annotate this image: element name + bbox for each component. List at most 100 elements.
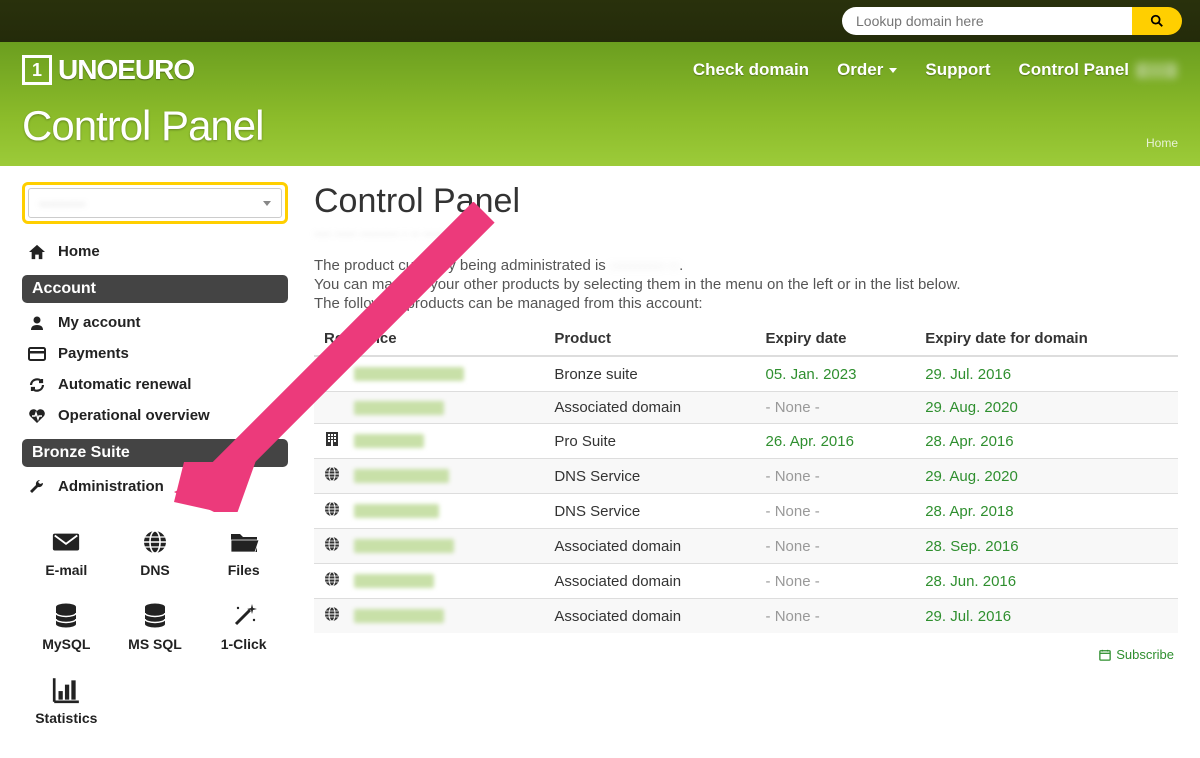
nav-check-domain[interactable]: Check domain (693, 60, 809, 80)
chevron-down-icon (889, 68, 897, 73)
sidebar-item-auto-renewal[interactable]: Automatic renewal (22, 369, 288, 400)
reference-redacted (354, 367, 464, 381)
wrench-icon (28, 479, 46, 495)
reference-redacted (354, 574, 434, 588)
tool-grid: E-mail DNS Files MySQL MS SQL 1-Click (22, 520, 288, 734)
breadcrumb[interactable]: Home (1146, 136, 1178, 150)
home-icon (324, 364, 340, 384)
intro-line-3: The following products can be managed fr… (314, 295, 1178, 312)
globe-icon (324, 606, 340, 626)
nav-order-label: Order (837, 60, 883, 80)
tool-label: MS SQL (128, 636, 182, 652)
cell-product: Pro Suite (544, 424, 755, 459)
cell-expiry: - None - (756, 459, 916, 494)
sidebar-item-administration[interactable]: Administration (22, 471, 288, 502)
header: 1 UNOEURO Check domain Order Support Con… (0, 42, 1200, 166)
top-nav: Check domain Order Support Control Panel… (693, 60, 1178, 80)
nav-user-redacted: (·····) (1135, 62, 1178, 79)
table-row[interactable]: Associated domain - None - 28. Jun. 2016 (314, 564, 1178, 599)
main: Control Panel ···· ····· ········· · ·· … (314, 182, 1178, 734)
text: . (679, 257, 683, 274)
tool-label: E-mail (45, 562, 87, 578)
cell-product: Bronze suite (544, 356, 755, 392)
cell-product: Associated domain (544, 599, 755, 634)
subscribe-link[interactable]: Subscribe (1099, 647, 1174, 662)
table-row[interactable]: Associated domain - None - 29. Aug. 2020 (314, 392, 1178, 424)
tool-oneclick[interactable]: 1-Click (199, 594, 288, 660)
tool-label: DNS (140, 562, 170, 578)
table-row[interactable]: Pro Suite 26. Apr. 2016 28. Apr. 2016 (314, 424, 1178, 459)
tool-statistics[interactable]: Statistics (22, 668, 111, 734)
nav-order[interactable]: Order (837, 60, 897, 80)
sidebar-item-label: Operational overview (58, 407, 210, 424)
main-subtitle-redacted: ···· ····· ········· · ·· ········ (314, 226, 458, 241)
user-icon (28, 315, 46, 331)
topbar (0, 0, 1200, 42)
folder-icon (229, 528, 259, 556)
sidebar-item-payments[interactable]: Payments (22, 338, 288, 369)
sidebar-item-my-account[interactable]: My account (22, 307, 288, 338)
tool-email[interactable]: E-mail (22, 520, 111, 586)
col-expiry-domain: Expiry date for domain (915, 322, 1178, 356)
cell-product: Associated domain (544, 564, 755, 599)
nav-control-panel[interactable]: Control Panel (·····) (1019, 60, 1178, 80)
intro-line-1: The product currently being administrate… (314, 257, 1178, 274)
cell-product: Associated domain (544, 392, 755, 424)
subscribe-label: Subscribe (1116, 647, 1174, 662)
magic-wand-icon (229, 602, 259, 630)
search-icon (1150, 14, 1164, 28)
col-expiry: Expiry date (756, 322, 916, 356)
reference-redacted (354, 401, 444, 415)
products-table: Reference Product Expiry date Expiry dat… (314, 322, 1178, 633)
product-selector[interactable]: ·········· (22, 182, 288, 224)
globe-icon (324, 536, 340, 556)
col-reference: Reference (314, 322, 544, 356)
sidebar-item-label: Automatic renewal (58, 376, 191, 393)
text: The product currently being administrate… (314, 257, 610, 274)
tool-mysql[interactable]: MySQL (22, 594, 111, 660)
product-selector-value: ·········· (39, 195, 86, 211)
domain-lookup (842, 7, 1182, 35)
table-row[interactable]: Associated domain - None - 28. Sep. 2016 (314, 529, 1178, 564)
main-title: Control Panel (314, 182, 1178, 221)
calendar-icon (1099, 649, 1111, 661)
search-input[interactable] (842, 7, 1132, 35)
table-row[interactable]: DNS Service - None - 29. Aug. 2020 (314, 459, 1178, 494)
cell-product: DNS Service (544, 494, 755, 529)
cell-product: DNS Service (544, 459, 755, 494)
logo-text: UNOEURO (58, 54, 194, 86)
tool-label: Files (228, 562, 260, 578)
tool-mssql[interactable]: MS SQL (111, 594, 200, 660)
globe-icon (140, 528, 170, 556)
nav-support[interactable]: Support (925, 60, 990, 80)
database-icon (140, 602, 170, 630)
sidebar-item-label: Administration (58, 478, 164, 495)
reference-redacted (354, 539, 454, 553)
building-icon (324, 431, 340, 451)
search-button[interactable] (1132, 7, 1182, 35)
sidebar-item-operational[interactable]: Operational overview (22, 400, 288, 431)
table-row[interactable]: Bronze suite 05. Jan. 2023 29. Jul. 2016 (314, 356, 1178, 392)
cell-expiry: - None - (756, 494, 916, 529)
cell-expiry-domain: 29. Jul. 2016 (915, 599, 1178, 634)
sidebar: ·········· Home Account My account Payme… (22, 182, 288, 734)
logo-icon: 1 (22, 55, 52, 85)
cell-expiry-domain: 28. Sep. 2016 (915, 529, 1178, 564)
refresh-icon (28, 377, 46, 393)
tool-dns[interactable]: DNS (111, 520, 200, 586)
table-row[interactable]: DNS Service - None - 28. Apr. 2018 (314, 494, 1178, 529)
cell-expiry: - None - (756, 529, 916, 564)
cell-expiry-domain: 28. Apr. 2016 (915, 424, 1178, 459)
logo[interactable]: 1 UNOEURO (22, 54, 194, 86)
tool-label: MySQL (42, 636, 90, 652)
tool-label: 1-Click (221, 636, 267, 652)
cell-expiry-domain: 29. Aug. 2020 (915, 392, 1178, 424)
tool-files[interactable]: Files (199, 520, 288, 586)
cell-expiry-domain: 29. Aug. 2020 (915, 459, 1178, 494)
chevron-down-icon (263, 201, 271, 206)
sidebar-item-home[interactable]: Home (22, 236, 288, 267)
table-row[interactable]: Associated domain - None - 29. Jul. 2016 (314, 599, 1178, 634)
cell-expiry: 05. Jan. 2023 (756, 356, 916, 392)
reference-redacted (354, 434, 424, 448)
cell-expiry: - None - (756, 564, 916, 599)
